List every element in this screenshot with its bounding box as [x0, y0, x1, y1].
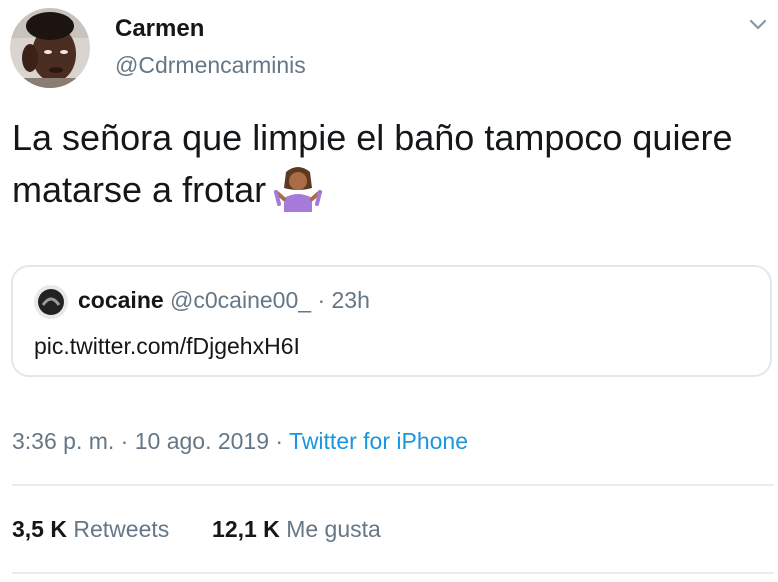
author-handle[interactable]: @Cdrmencarminis: [115, 52, 306, 79]
likes-count: 12,1 K: [212, 516, 280, 542]
likes-label: Me gusta: [286, 516, 381, 542]
quoted-handle: @c0caine00_: [170, 287, 312, 313]
tweet-text-content: La señora que limpie el baño tampoco qui…: [12, 117, 733, 210]
divider: [12, 572, 774, 574]
source-link[interactable]: Twitter for iPhone: [289, 428, 468, 454]
retweets-stat[interactable]: 3,5 K Retweets: [12, 516, 176, 542]
divider: [12, 484, 774, 486]
quoted-header: cocaine @c0caine00_ · 23h: [78, 287, 370, 314]
avatar-image: [10, 8, 90, 88]
quoted-name: cocaine: [78, 287, 164, 313]
quoted-avatar: [34, 285, 68, 319]
quoted-time: 23h: [331, 287, 370, 313]
chevron-down-icon[interactable]: [745, 14, 771, 36]
person-shrugging-icon: [274, 166, 323, 212]
likes-stat[interactable]: 12,1 K Me gusta: [212, 516, 381, 542]
author-name[interactable]: Carmen: [115, 15, 204, 43]
author-avatar[interactable]: [10, 8, 90, 88]
retweets-count: 3,5 K: [12, 516, 67, 542]
tweet-timestamp: 3:36 p. m. · 10 ago. 2019 · Twitter for …: [12, 428, 468, 455]
timestamp-text[interactable]: 3:36 p. m. · 10 ago. 2019 ·: [12, 428, 289, 454]
quoted-link[interactable]: pic.twitter.com/fDjgehxH6I: [34, 333, 300, 360]
quoted-tweet[interactable]: cocaine @c0caine00_ · 23h pic.twitter.co…: [11, 265, 772, 377]
tweet-text: La señora que limpie el baño tampoco qui…: [12, 112, 762, 216]
retweets-label: Retweets: [73, 516, 170, 542]
quoted-separator: ·: [317, 287, 326, 313]
tweet-stats: 3,5 K Retweets 12,1 K Me gusta: [12, 516, 381, 543]
